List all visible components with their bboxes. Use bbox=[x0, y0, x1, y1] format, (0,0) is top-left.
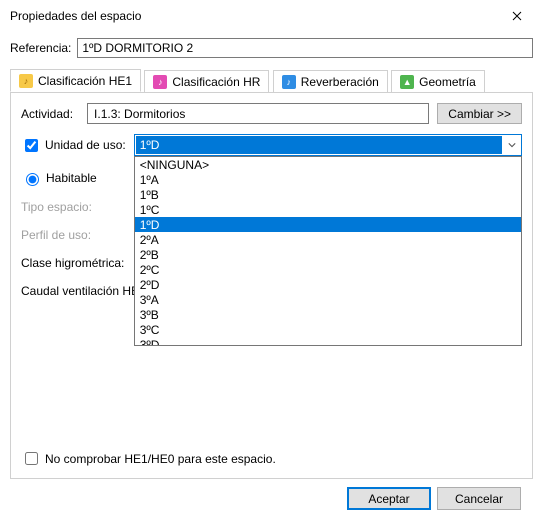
note-icon: ♪ bbox=[19, 74, 33, 88]
habitable-radio[interactable]: Habitable bbox=[21, 170, 97, 186]
dropdown-option[interactable]: 1ºC bbox=[135, 202, 521, 217]
chevron-down-icon[interactable] bbox=[503, 135, 521, 155]
unidad-uso-label: Unidad de uso: bbox=[45, 138, 126, 152]
no-comprobar-checkbox[interactable] bbox=[25, 452, 38, 465]
tab-rev-label: Reverberación bbox=[301, 75, 379, 89]
tab-he1-label: Clasificación HE1 bbox=[38, 74, 132, 88]
habitable-radio-input[interactable] bbox=[26, 173, 39, 186]
triangle-icon: ▲ bbox=[400, 75, 414, 89]
dropdown-option[interactable]: 3ºC bbox=[135, 322, 521, 337]
dropdown-option[interactable]: 3ºD bbox=[135, 337, 521, 346]
note-icon: ♪ bbox=[153, 75, 167, 89]
tab-he1[interactable]: ♪ Clasificación HE1 bbox=[10, 69, 141, 92]
actividad-label: Actividad: bbox=[21, 107, 73, 121]
dropdown-option[interactable]: 2ºA bbox=[135, 232, 521, 247]
close-button[interactable] bbox=[499, 6, 535, 26]
dropdown-option[interactable]: 2ºB bbox=[135, 247, 521, 262]
tab-reverberacion[interactable]: ♪ Reverberación bbox=[273, 70, 388, 93]
actividad-input[interactable] bbox=[87, 103, 429, 124]
tab-hr-label: Clasificación HR bbox=[172, 75, 260, 89]
dropdown-option[interactable]: 1ºA bbox=[135, 172, 521, 187]
unidad-uso-selected: 1ºD bbox=[136, 136, 502, 154]
tab-hr[interactable]: ♪ Clasificación HR bbox=[144, 70, 269, 93]
dropdown-option[interactable]: 1ºD bbox=[135, 217, 521, 232]
no-comprobar-check[interactable]: No comprobar HE1/HE0 para este espacio. bbox=[21, 449, 276, 468]
unidad-uso-checkbox[interactable] bbox=[25, 139, 38, 152]
aceptar-button[interactable]: Aceptar bbox=[347, 487, 431, 510]
dropdown-option[interactable]: 3ºA bbox=[135, 292, 521, 307]
referencia-input[interactable] bbox=[77, 38, 533, 58]
tab-bar: ♪ Clasificación HE1 ♪ Clasificación HR ♪… bbox=[10, 68, 533, 93]
close-icon bbox=[512, 11, 522, 21]
tab-panel-he1: Actividad: Cambiar >> Unidad de uso: 1ºD… bbox=[10, 93, 533, 479]
cambiar-button[interactable]: Cambiar >> bbox=[437, 103, 522, 124]
dropdown-option[interactable]: 2ºD bbox=[135, 277, 521, 292]
window-title: Propiedades del espacio bbox=[10, 9, 141, 23]
referencia-label: Referencia: bbox=[10, 41, 71, 55]
unidad-uso-check[interactable]: Unidad de uso: bbox=[21, 136, 126, 155]
no-comprobar-label: No comprobar HE1/HE0 para este espacio. bbox=[45, 452, 276, 466]
note-icon: ♪ bbox=[282, 75, 296, 89]
dropdown-option[interactable]: 3ºB bbox=[135, 307, 521, 322]
dropdown-option[interactable]: 1ºB bbox=[135, 187, 521, 202]
tab-geometria[interactable]: ▲ Geometría bbox=[391, 70, 485, 93]
tab-geo-label: Geometría bbox=[419, 75, 476, 89]
cancelar-button[interactable]: Cancelar bbox=[437, 487, 521, 510]
unidad-uso-combo[interactable]: 1ºD bbox=[134, 134, 522, 156]
dropdown-option[interactable]: 2ºC bbox=[135, 262, 521, 277]
unidad-uso-dropdown[interactable]: <NINGUNA>1ºA1ºB1ºC1ºD2ºA2ºB2ºC2ºD3ºA3ºB3… bbox=[134, 156, 522, 346]
habitable-label: Habitable bbox=[46, 171, 97, 185]
dropdown-option[interactable]: <NINGUNA> bbox=[135, 157, 521, 172]
